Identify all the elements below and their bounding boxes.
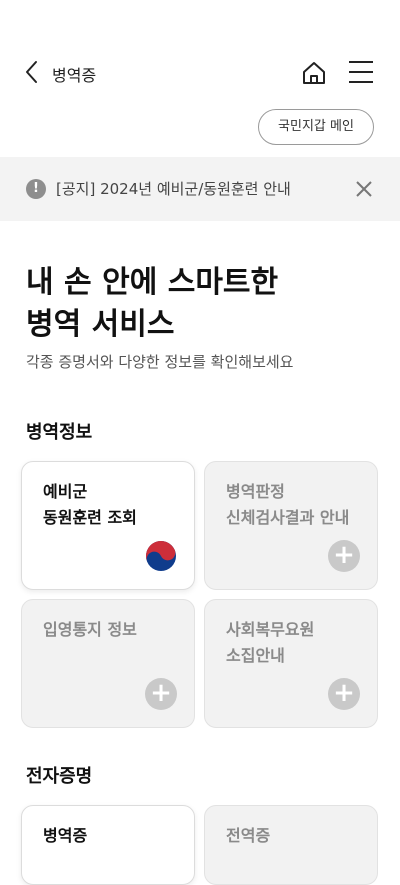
home-button[interactable] (300, 59, 328, 87)
wallet-main-button[interactable]: 국민지갑 메인 (258, 109, 374, 145)
card-military-id[interactable]: 병역증 (21, 805, 195, 885)
section-title-military-info: 병역정보 (26, 422, 93, 443)
card-label: 병역판정 신체검사결과 안내 (226, 482, 350, 527)
card-social-service-notice[interactable]: 사회복무요원 소집안내 + (204, 599, 378, 728)
section-title-e-certificates: 전자증명 (26, 766, 93, 787)
card-label: 사회복무요원 소집안내 (226, 620, 315, 665)
notice-close-button[interactable] (352, 177, 376, 201)
card-physical-exam-result[interactable]: 병역판정 신체검사결과 안내 + (204, 461, 378, 590)
card-label: 병역증 (43, 826, 88, 845)
card-reserve-training[interactable]: 예비군 동원훈련 조회 (21, 461, 195, 590)
menu-button[interactable] (347, 60, 375, 84)
chevron-left-icon (26, 61, 37, 83)
hero-headline: 내 손 안에 스마트한 병역 서비스 (26, 262, 278, 346)
hero-headline-line1: 내 손 안에 스마트한 (26, 265, 279, 300)
card-enlistment-notice[interactable]: 입영통지 정보 + (21, 599, 195, 728)
card-label: 전역증 (226, 826, 271, 845)
notice-text[interactable]: [공지] 2024년 예비군/동원훈련 안내 (56, 178, 291, 199)
hamburger-menu-icon (349, 61, 373, 83)
close-icon (356, 181, 372, 197)
top-app-bar: 병역증 (0, 48, 400, 96)
notice-banner[interactable]: ! [공지] 2024년 예비군/동원훈련 안내 (0, 157, 400, 221)
back-button[interactable] (24, 60, 44, 84)
hero-subtitle: 각종 증명서와 다양한 정보를 확인해보세요 (26, 353, 294, 371)
plus-icon[interactable]: + (328, 540, 360, 572)
taegeuk-icon (146, 541, 176, 571)
card-label: 예비군 동원훈련 조회 (43, 482, 137, 527)
page-title: 병역증 (52, 66, 97, 85)
plus-icon[interactable]: + (145, 678, 177, 710)
plus-icon[interactable]: + (328, 678, 360, 710)
hero-headline-line2: 병역 서비스 (26, 307, 175, 342)
info-icon: ! (26, 179, 46, 199)
card-label: 입영통지 정보 (43, 620, 137, 639)
card-discharge-certificate[interactable]: 전역증 (204, 805, 378, 885)
home-icon (303, 62, 325, 84)
